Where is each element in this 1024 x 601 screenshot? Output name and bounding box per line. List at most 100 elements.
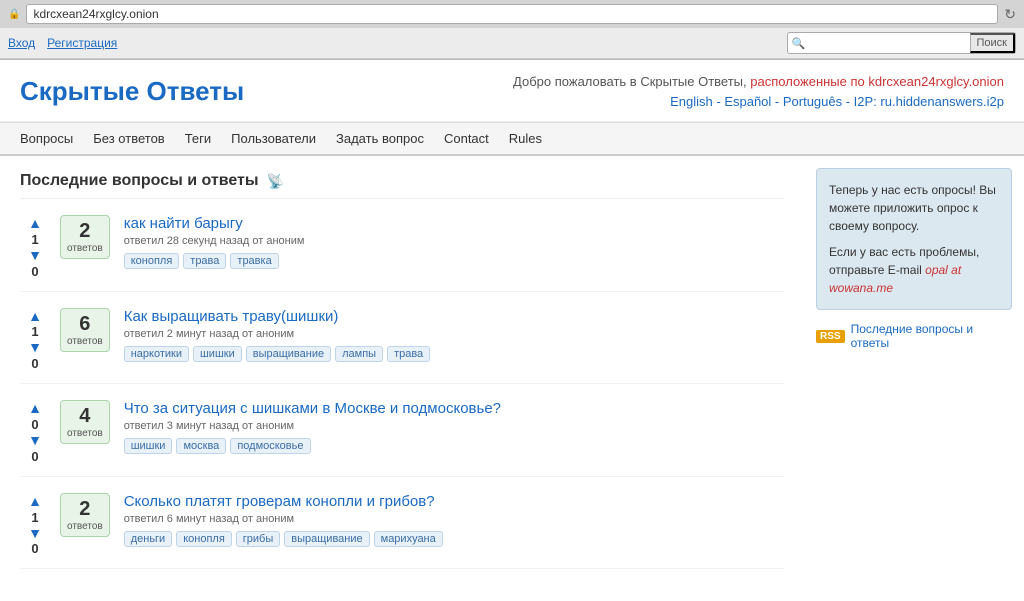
lock-icon: 🔒 xyxy=(8,9,20,20)
tag[interactable]: выращивание xyxy=(246,346,331,362)
nav-rules[interactable]: Rules xyxy=(509,131,542,146)
lang-i2p[interactable]: ru.hiddenanswers.i2p xyxy=(880,94,1004,109)
question-title-1[interactable]: как найти барыгу xyxy=(124,215,243,232)
browser-nav-links: Вход Регистрация xyxy=(8,36,779,50)
nav-unanswered[interactable]: Без ответов xyxy=(93,131,164,146)
lang-links: English - Español - Português - I2P: ru.… xyxy=(513,92,1004,112)
sidebar-rss-link[interactable]: RSS Последние вопросы и ответы xyxy=(816,322,1012,350)
tagline-text: Добро пожаловать в Скрытые Ответы, распо… xyxy=(513,72,1004,92)
page: Скрытые Ответы Добро пожаловать в Скрыты… xyxy=(0,60,1024,601)
browser-toolbar: Вход Регистрация 🔍 Поиск xyxy=(0,28,1024,59)
main-content: Последние вопросы и ответы 📡 ▲ 1 ▼ 0 2 о… xyxy=(0,156,804,601)
lang-english[interactable]: English xyxy=(670,94,713,109)
answer-count-box-4: 2 ответов xyxy=(60,493,110,537)
rss-badge: RSS xyxy=(816,330,845,343)
question-meta-3: ответил 3 минут назад от аноним xyxy=(124,420,784,432)
vote-count-up-2: 1 xyxy=(31,324,38,339)
vote-down-3[interactable]: ▼ xyxy=(28,432,42,449)
tag[interactable]: грибы xyxy=(236,531,280,547)
question-item: ▲ 0 ▼ 0 4 ответов Что за ситуация с шишк… xyxy=(20,400,784,477)
register-link[interactable]: Регистрация xyxy=(47,36,117,50)
tag[interactable]: лампы xyxy=(335,346,383,362)
tags-3: шишки москва подмосковье xyxy=(124,438,784,454)
vote-count-down-1: 0 xyxy=(31,264,38,279)
question-body-3: Что за ситуация с шишками в Москве и под… xyxy=(124,400,784,454)
vote-count-up-4: 1 xyxy=(31,510,38,525)
vote-box-4: ▲ 1 ▼ 0 xyxy=(20,493,50,557)
browser-titlebar: 🔒 kdrcxean24rxglcy.onion ↻ xyxy=(0,0,1024,28)
tag[interactable]: трава xyxy=(387,346,430,362)
tag[interactable]: деньги xyxy=(124,531,173,547)
question-body-2: Как выращивать траву(шишки) ответил 2 ми… xyxy=(124,308,784,362)
url-bar[interactable]: kdrcxean24rxglcy.onion xyxy=(26,4,998,24)
tag[interactable]: наркотики xyxy=(124,346,189,362)
login-link[interactable]: Вход xyxy=(8,36,35,50)
vote-box-1: ▲ 1 ▼ 0 xyxy=(20,215,50,279)
tag[interactable]: травка xyxy=(230,253,278,269)
tag[interactable]: конопля xyxy=(176,531,232,547)
vote-down-1[interactable]: ▼ xyxy=(28,247,42,264)
browser-search-button[interactable]: Поиск xyxy=(970,33,1015,53)
answer-count-box-1: 2 ответов xyxy=(60,215,110,259)
question-title-2[interactable]: Как выращивать траву(шишки) xyxy=(124,308,339,325)
vote-up-3[interactable]: ▲ xyxy=(28,400,42,417)
lang-spanish[interactable]: Español xyxy=(724,94,771,109)
vote-up-1[interactable]: ▲ xyxy=(28,215,42,232)
question-item: ▲ 1 ▼ 0 6 ответов Как выращивать траву(ш… xyxy=(20,308,784,385)
rss-icon[interactable]: 📡 xyxy=(267,173,284,190)
tag[interactable]: шишки xyxy=(124,438,173,454)
vote-up-2[interactable]: ▲ xyxy=(28,308,42,325)
sidebar-rss-label: Последние вопросы и ответы xyxy=(851,322,1012,350)
main-layout: Последние вопросы и ответы 📡 ▲ 1 ▼ 0 2 о… xyxy=(0,156,1024,601)
vote-down-2[interactable]: ▼ xyxy=(28,339,42,356)
tag[interactable]: конопля xyxy=(124,253,180,269)
sidebar-text-2: Если у вас есть проблемы, отправьте E-ma… xyxy=(829,243,999,297)
nav-tags[interactable]: Теги xyxy=(185,131,211,146)
site-tagline: Добро пожаловать в Скрытые Ответы, распо… xyxy=(513,72,1004,111)
question-title-3[interactable]: Что за ситуация с шишками в Москве и под… xyxy=(124,400,501,417)
page-title-row: Последние вопросы и ответы 📡 xyxy=(20,172,784,199)
vote-count-down-2: 0 xyxy=(31,356,38,371)
tags-1: конопля трава травка xyxy=(124,253,784,269)
site-nav: Вопросы Без ответов Теги Пользователи За… xyxy=(0,122,1024,156)
lang-portuguese[interactable]: Português xyxy=(783,94,842,109)
question-item: ▲ 1 ▼ 0 2 ответов Сколько платят гровера… xyxy=(20,493,784,570)
question-meta-2: ответил 2 минут назад от аноним xyxy=(124,328,784,340)
nav-contact[interactable]: Contact xyxy=(444,131,489,146)
site-header: Скрытые Ответы Добро пожаловать в Скрыты… xyxy=(0,60,1024,122)
nav-users[interactable]: Пользователи xyxy=(231,131,316,146)
browser-search-box: 🔍 Поиск xyxy=(787,32,1016,54)
vote-box-3: ▲ 0 ▼ 0 xyxy=(20,400,50,464)
tags-4: деньги конопля грибы выращивание марихуа… xyxy=(124,531,784,547)
vote-up-4[interactable]: ▲ xyxy=(28,493,42,510)
nav-questions[interactable]: Вопросы xyxy=(20,131,73,146)
tag[interactable]: марихуана xyxy=(374,531,443,547)
tag[interactable]: трава xyxy=(183,253,226,269)
question-meta-1: ответил 28 секунд назад от аноним xyxy=(124,235,784,247)
sidebar-info-box: Теперь у нас есть опросы! Вы можете прил… xyxy=(816,168,1012,310)
vote-count-down-4: 0 xyxy=(31,541,38,556)
sidebar-text-1: Теперь у нас есть опросы! Вы можете прил… xyxy=(829,181,999,235)
question-body-1: как найти барыгу ответил 28 секунд назад… xyxy=(124,215,784,269)
site-logo: Скрытые Ответы xyxy=(20,76,244,107)
sidebar: Теперь у нас есть опросы! Вы можете прил… xyxy=(804,156,1024,601)
nav-ask[interactable]: Задать вопрос xyxy=(336,131,424,146)
browser-chrome: 🔒 kdrcxean24rxglcy.onion ↻ Вход Регистра… xyxy=(0,0,1024,60)
reload-icon[interactable]: ↻ xyxy=(1004,6,1016,23)
question-meta-4: ответил 6 минут назад от аноним xyxy=(124,513,784,525)
question-body-4: Сколько платят гроверам конопли и грибов… xyxy=(124,493,784,547)
tag[interactable]: выращивание xyxy=(284,531,369,547)
vote-count-up-1: 1 xyxy=(31,232,38,247)
question-title-4[interactable]: Сколько платят гроверам конопли и грибов… xyxy=(124,493,435,510)
vote-down-4[interactable]: ▼ xyxy=(28,525,42,542)
question-item: ▲ 1 ▼ 0 2 ответов как найти барыгу ответ… xyxy=(20,215,784,292)
tag[interactable]: шишки xyxy=(193,346,242,362)
answer-count-box-2: 6 ответов xyxy=(60,308,110,352)
vote-count-up-3: 0 xyxy=(31,417,38,432)
vote-count-down-3: 0 xyxy=(31,449,38,464)
tag[interactable]: москва xyxy=(176,438,226,454)
browser-search-input[interactable] xyxy=(810,34,970,52)
tag[interactable]: подмосковье xyxy=(230,438,310,454)
search-flag-icon: 🔍 xyxy=(788,35,810,52)
page-title: Последние вопросы и ответы xyxy=(20,172,259,190)
